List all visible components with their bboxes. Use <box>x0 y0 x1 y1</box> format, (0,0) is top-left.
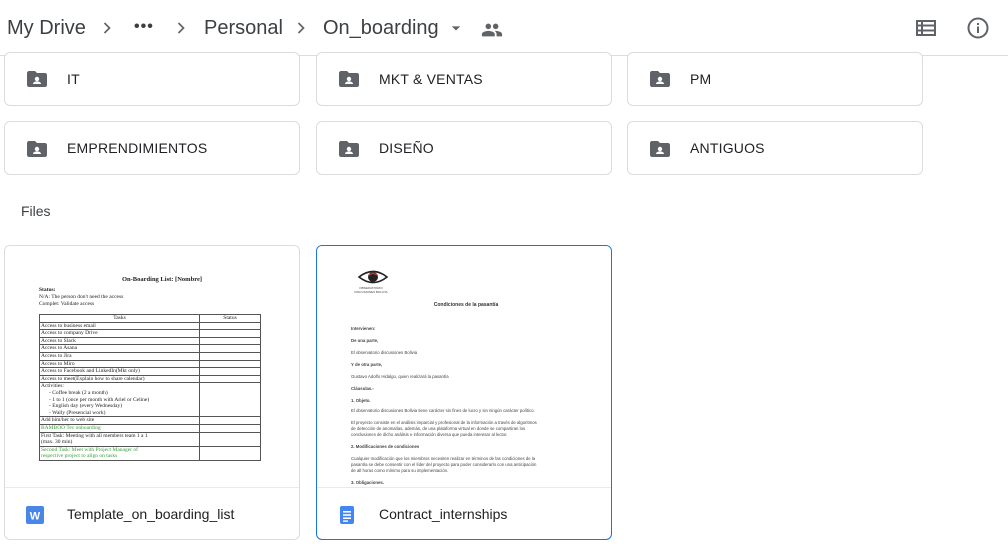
caret-down-icon[interactable] <box>446 18 466 38</box>
folder-name: DISEÑO <box>379 140 434 156</box>
preview-row: Access to company Drive <box>39 329 200 338</box>
breadcrumb-personal[interactable]: Personal <box>204 16 283 40</box>
folder-card[interactable]: IT <box>4 52 300 106</box>
preview-row: (max. 30 min) <box>41 439 73 446</box>
file-card[interactable]: OBSERVATORIO DISCUSIONES BOLIVIA Condici… <box>316 245 612 540</box>
folder-card[interactable]: DISEÑO <box>316 121 612 175</box>
breadcrumb-current-folder[interactable]: On_boarding <box>323 16 439 40</box>
shared-folder-icon <box>25 137 49 161</box>
file-thumbnail: OBSERVATORIO DISCUSIONES BOLIVIA Condici… <box>317 246 611 487</box>
word-icon: W <box>25 505 45 525</box>
file-thumbnail: On-Boarding List: [Nombre] Status: N/A: … <box>5 246 299 487</box>
folder-name: ANTIGUOS <box>690 140 765 156</box>
file-card-footer: Contract_internships <box>317 487 611 539</box>
preview-line: Cláusulas.- <box>351 386 374 391</box>
files-section-label: Files <box>21 203 51 219</box>
info-icon[interactable] <box>966 16 990 40</box>
preview-line: 2. Modificaciones de condiciones <box>351 444 420 449</box>
chevron-right-icon <box>291 18 311 38</box>
preview-line: N/A: The person don't need the access <box>39 294 124 300</box>
folder-card[interactable]: EMPRENDIMIENTOS <box>4 121 300 175</box>
shared-folder-icon <box>648 137 672 161</box>
file-card-footer: W Template_on_boarding_list <box>5 487 299 539</box>
google-doc-icon <box>337 505 357 525</box>
preview-line: 3. Obligaciones. <box>351 480 384 485</box>
people-icon[interactable] <box>481 19 503 41</box>
preview-line: El observatorio discusiones Bolivia <box>351 350 418 355</box>
preview-line: de all horas como mínimo para su impleme… <box>351 468 449 473</box>
breadcrumb-my-drive[interactable]: My Drive <box>7 16 86 40</box>
preview-line: conclusiones de dicho análisis e informa… <box>351 432 508 437</box>
preview-row: Access to Facebook and LinkedIn(Mkt only… <box>39 367 200 376</box>
preview-row: Access to business email <box>39 321 200 331</box>
svg-text:W: W <box>30 511 41 523</box>
shared-folder-icon <box>337 67 361 91</box>
preview-title: On-Boarding List: [Nombre] <box>121 276 203 283</box>
preview-line: 1. Objeto. <box>351 398 371 403</box>
preview-line: Intervienen: <box>351 326 376 331</box>
preview-row: respective project to align on tasks <box>41 453 118 460</box>
list-view-icon[interactable] <box>914 16 938 40</box>
file-name: Template_on_boarding_list <box>67 506 235 522</box>
breadcrumb-ellipsis[interactable]: ••• <box>134 15 154 39</box>
folder-card[interactable]: ANTIGUOS <box>627 121 923 175</box>
preview-row: Activities: <box>41 383 64 390</box>
preview-row: Access to Miro <box>39 359 200 369</box>
preview-line: Complet: Validate access <box>39 301 95 307</box>
preview-line: El observatorio discusiones Bolivia tien… <box>351 408 535 413</box>
preview-row: BAMBOO Tec onboarding <box>39 423 200 433</box>
shared-folder-icon <box>25 67 49 91</box>
folder-name: PM <box>690 71 712 87</box>
preview-title: Condiciones de la pasantía <box>433 302 499 308</box>
preview-row: Second Task: Meet with Project Manager o… <box>41 446 138 453</box>
preview-row: Access to meet(Explain how to share cale… <box>39 374 200 384</box>
shared-folder-icon <box>337 137 361 161</box>
preview-row: Add him/her to web site <box>39 416 200 425</box>
preview-line: Gustavo Adolfo Hidalgo, quien realizará … <box>351 374 449 379</box>
preview-line: Y de otra parte, <box>351 362 383 367</box>
folder-name: IT <box>67 71 80 87</box>
preview-line: De una parte, <box>351 338 379 343</box>
preview-row: Access to Slack <box>39 336 200 346</box>
folder-name: MKT & VENTAS <box>379 71 483 87</box>
preview-row: - Wally (Presencial work) <box>49 409 106 416</box>
preview-row: Access to Asana <box>39 344 200 353</box>
logo-caption: OBSERVATORIO DISCUSIONES BOLIVIA <box>354 286 388 294</box>
document-preview: On-Boarding List: [Nombre] Status: N/A: … <box>39 276 265 461</box>
breadcrumb-bar: My Drive ••• Personal On_boarding <box>0 0 1008 56</box>
preview-table-header: Status <box>199 314 261 323</box>
preview-row: - Coffee break (2 a month) <box>49 389 108 396</box>
preview-status-label: Status: <box>39 287 56 293</box>
folder-name: EMPRENDIMIENTOS <box>67 140 208 156</box>
file-name: Contract_internships <box>379 506 508 522</box>
preview-row: Access to Jira <box>39 351 200 361</box>
chevron-right-icon <box>171 18 191 38</box>
folder-card[interactable]: MKT & VENTAS <box>316 52 612 106</box>
file-card[interactable]: On-Boarding List: [Nombre] Status: N/A: … <box>4 245 300 540</box>
folder-card[interactable]: PM <box>627 52 923 106</box>
shared-folder-icon <box>648 67 672 91</box>
preview-row: - English day (every Wednesday) <box>49 403 123 410</box>
chevron-right-icon <box>97 18 117 38</box>
preview-table-header: Tasks <box>39 314 200 323</box>
preview-table: Tasks Status Access to business email Acc… <box>39 314 261 461</box>
